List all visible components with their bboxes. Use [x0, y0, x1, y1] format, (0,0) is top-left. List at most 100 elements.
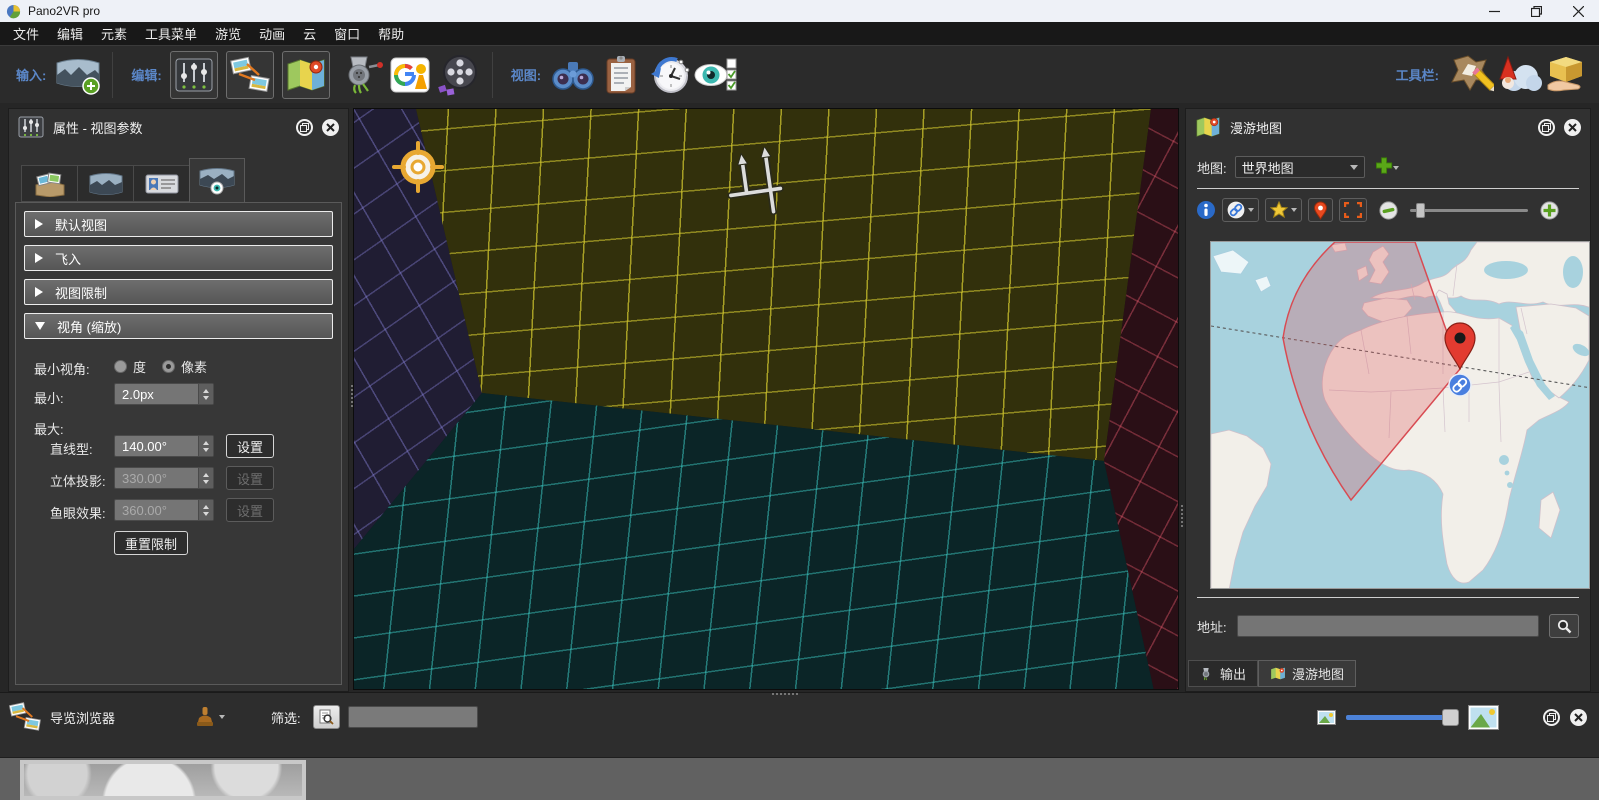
tab-panoramas[interactable]: [21, 165, 77, 202]
tour-browser-button[interactable]: [226, 51, 274, 99]
time-button[interactable]: [645, 51, 693, 99]
pin-icon: [1313, 201, 1328, 220]
radio-circle-icon: [114, 360, 127, 373]
properties-button[interactable]: [597, 51, 645, 99]
output-button[interactable]: [338, 51, 386, 99]
radio-degrees[interactable]: 度: [114, 357, 146, 376]
float-panel-button[interactable]: [1538, 119, 1555, 136]
float-icon: [1542, 123, 1551, 132]
map-zoom-slider[interactable]: [1410, 209, 1528, 212]
zoom-out-button[interactable]: [1379, 201, 1398, 220]
radio-pixels[interactable]: 像素: [162, 357, 207, 376]
reset-limits-button[interactable]: 重置限制: [114, 531, 188, 555]
close-panel-button[interactable]: [1570, 709, 1587, 726]
world-map[interactable]: [1210, 241, 1590, 589]
close-panel-button[interactable]: [322, 119, 339, 136]
menu-help[interactable]: 帮助: [369, 22, 413, 45]
section-fov-zoom[interactable]: 视角 (缩放): [24, 313, 333, 339]
fit-map-button[interactable]: [1339, 198, 1367, 222]
video-output-button[interactable]: [434, 51, 482, 99]
thumbnail-size-slider[interactable]: [1346, 715, 1458, 720]
map-link-marker[interactable]: [1449, 374, 1471, 396]
info-button[interactable]: [1196, 200, 1216, 220]
collapsed-triangle-icon: [35, 219, 43, 229]
eye-checklist-icon: [694, 56, 740, 94]
tour-map-header: 漫游地图: [1186, 109, 1590, 145]
dock-tab-tour-map[interactable]: 漫游地图: [1258, 660, 1356, 687]
close-panel-button[interactable]: [1564, 119, 1581, 136]
tools-group-label: 工具栏:: [1396, 65, 1439, 84]
fisheye-input[interactable]: 360.00°: [114, 499, 214, 521]
section-fly-in[interactable]: 飞入: [24, 245, 333, 271]
titlebar: Pano2VR pro: [0, 0, 1599, 22]
gnome-cloud-button[interactable]: [1495, 51, 1543, 99]
rectilinear-label: 直线型:: [50, 439, 93, 458]
link-mode-button[interactable]: [1222, 198, 1259, 222]
components-button[interactable]: [1543, 51, 1591, 99]
dock-tab-label: 漫游地图: [1292, 664, 1344, 683]
splitter-handle-bottom[interactable]: [772, 693, 798, 695]
default-view-target-icon[interactable]: [392, 141, 444, 193]
panorama-list[interactable]: [0, 757, 1599, 800]
spinner-buttons[interactable]: [198, 468, 213, 488]
zoom-in-button[interactable]: [1540, 201, 1559, 220]
panorama-viewport[interactable]: [353, 108, 1179, 690]
tab-panorama-properties[interactable]: [77, 165, 133, 202]
menu-cloud[interactable]: 云: [294, 22, 325, 45]
filter-search-button[interactable]: [313, 705, 340, 729]
splitter-handle-right[interactable]: [1181, 505, 1183, 527]
menu-elements[interactable]: 元素: [92, 22, 136, 45]
menu-tour[interactable]: 游览: [206, 22, 250, 45]
add-panorama-button[interactable]: [54, 51, 102, 99]
float-panel-button[interactable]: [296, 119, 313, 136]
tab-metadata[interactable]: [133, 165, 189, 202]
north-marker[interactable]: [722, 147, 802, 227]
menu-animation[interactable]: 动画: [250, 22, 294, 45]
float-panel-button[interactable]: [1543, 709, 1560, 726]
add-map-button[interactable]: [1373, 157, 1399, 177]
stereographic-input[interactable]: 330.00°: [114, 467, 214, 489]
stamp-menu-button[interactable]: [195, 706, 225, 728]
menu-edit[interactable]: 编辑: [48, 22, 92, 45]
google-streetview-button[interactable]: [386, 51, 434, 99]
expanded-triangle-icon: [35, 322, 45, 330]
visibility-button[interactable]: [693, 51, 741, 99]
address-search-button[interactable]: [1549, 614, 1579, 638]
close-icon: [1574, 713, 1583, 722]
menu-file[interactable]: 文件: [4, 22, 48, 45]
spinner-buttons[interactable]: [198, 436, 213, 456]
section-default-view[interactable]: 默认视图: [24, 211, 333, 237]
thumbnail-size-handle[interactable]: [1442, 709, 1459, 726]
dock-tab-output[interactable]: 输出: [1188, 660, 1258, 687]
viewing-parameters-button[interactable]: [170, 51, 218, 99]
spinner-buttons[interactable]: [198, 500, 213, 520]
tour-map-button[interactable]: [282, 51, 330, 99]
stereographic-value: 330.00°: [115, 471, 198, 486]
maximize-button[interactable]: [1515, 0, 1557, 22]
rectilinear-set-button[interactable]: 设置: [226, 434, 274, 458]
section-view-limits[interactable]: 视图限制: [24, 279, 333, 305]
menu-tools[interactable]: 工具菜单: [136, 22, 206, 45]
skin-editor-button[interactable]: [1447, 51, 1495, 99]
find-panoramas-button[interactable]: [549, 51, 597, 99]
spinner-buttons[interactable]: [198, 384, 213, 404]
marker-style-button[interactable]: [1265, 198, 1302, 222]
panorama-thumbnail[interactable]: [20, 760, 306, 800]
tab-viewing-parameters[interactable]: [189, 158, 245, 202]
map-toolbar: [1186, 198, 1590, 222]
divider: [1197, 597, 1579, 598]
menu-window[interactable]: 窗口: [325, 22, 369, 45]
map-zoom-handle[interactable]: [1416, 203, 1425, 218]
pin-mode-button[interactable]: [1308, 198, 1333, 222]
chevron-down-icon: [1350, 165, 1358, 170]
min-fov-input[interactable]: 2.0px: [114, 383, 214, 405]
address-input[interactable]: [1237, 615, 1539, 637]
filter-input[interactable]: [348, 706, 478, 728]
tour-browser-title: 导览浏览器: [50, 708, 115, 727]
minimize-button[interactable]: [1473, 0, 1515, 22]
min-label: 最小:: [34, 388, 64, 407]
rectilinear-input[interactable]: 140.00°: [114, 435, 214, 457]
close-button[interactable]: [1557, 0, 1599, 22]
toolbar-separator: [492, 52, 493, 98]
map-select[interactable]: 世界地图: [1235, 156, 1365, 178]
